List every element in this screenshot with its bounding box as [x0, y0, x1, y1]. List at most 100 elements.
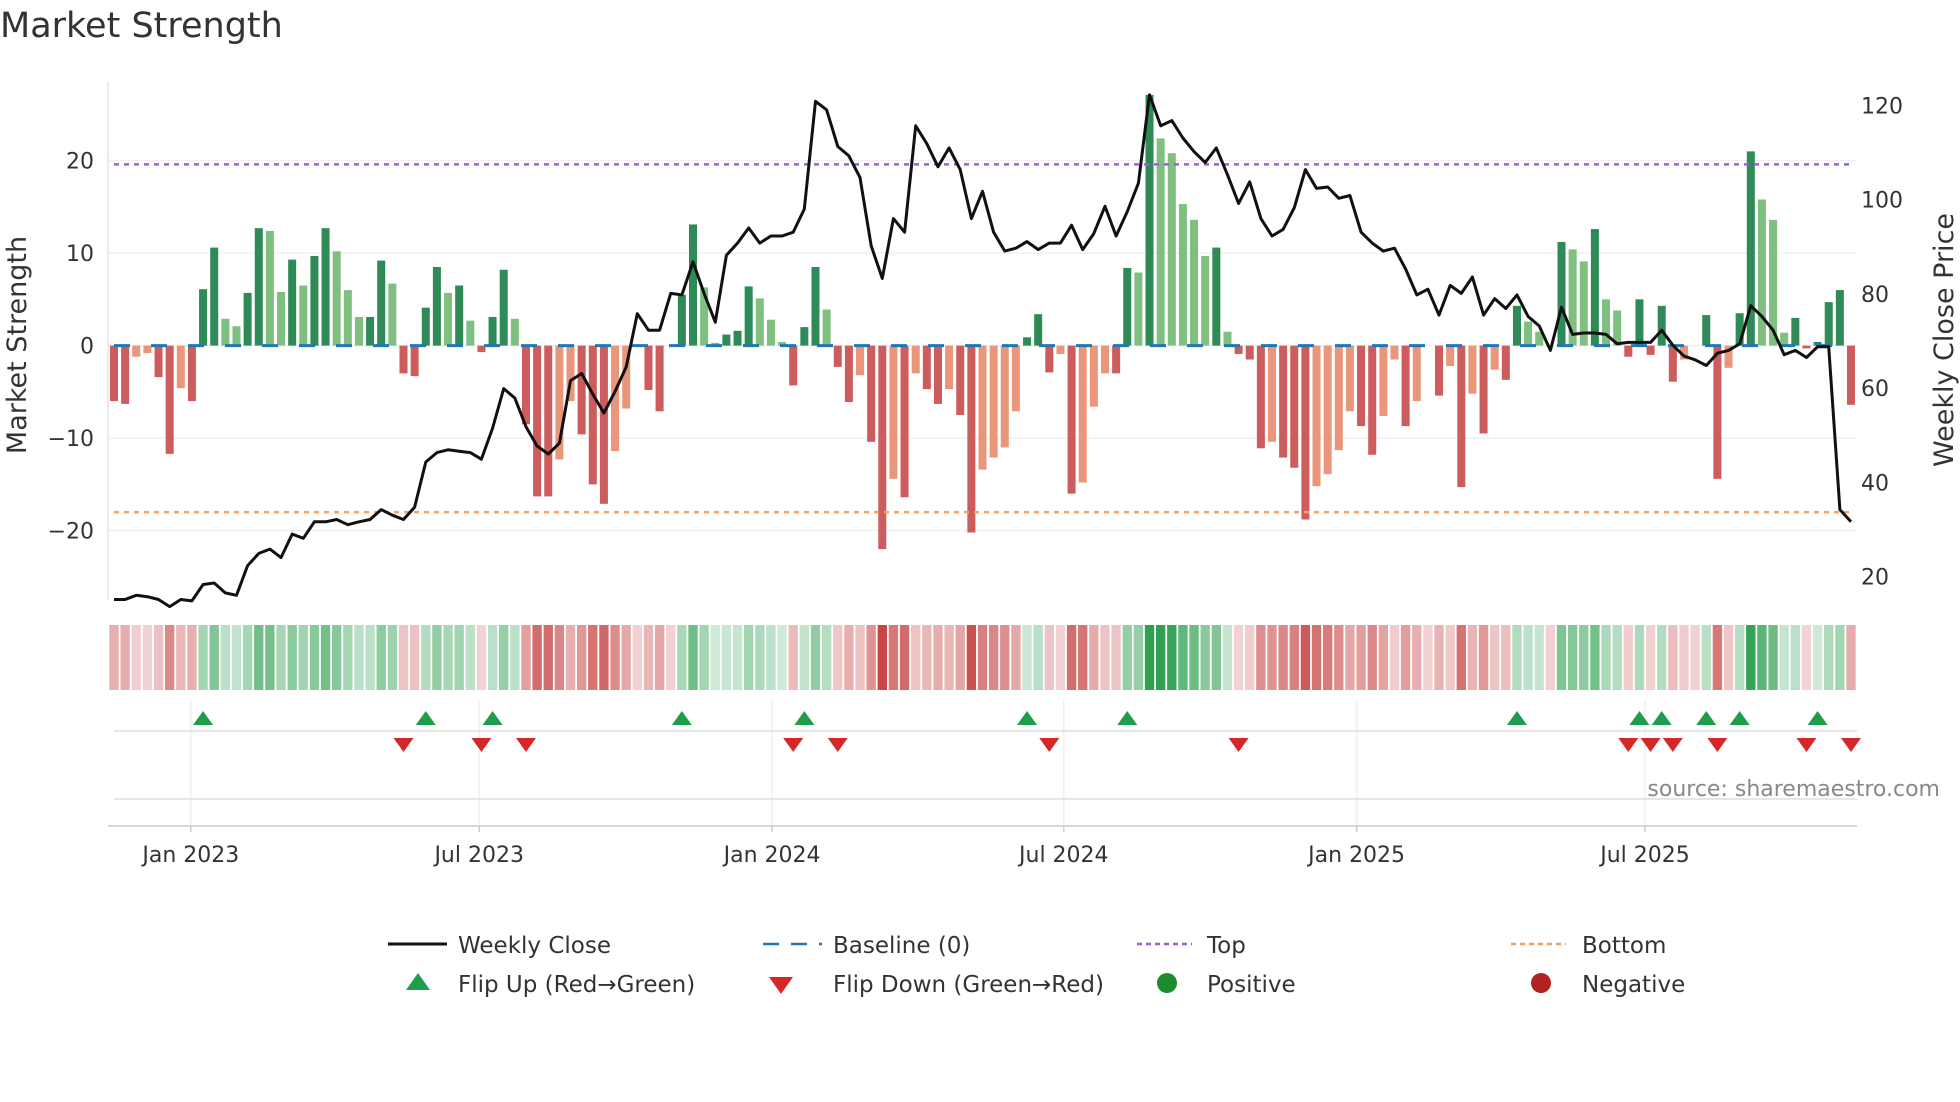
strength-bar	[644, 345, 653, 391]
strength-bar	[199, 289, 208, 346]
heat-cell	[1746, 625, 1756, 690]
heat-cell	[1567, 625, 1578, 690]
strength-bar	[1279, 345, 1288, 458]
heat-cell	[554, 625, 565, 690]
strength-bar	[1590, 229, 1599, 346]
heat-cell	[588, 625, 598, 690]
heat-cell	[1322, 625, 1333, 690]
legend-flip-up: Flip Up (Red→Green)	[458, 972, 695, 998]
strength-bar	[488, 316, 497, 346]
strength-bar	[1312, 345, 1321, 487]
flip-up-marker	[193, 711, 214, 725]
strength-bar	[1457, 345, 1466, 488]
x-tick-label: Jul 2024	[1017, 843, 1109, 868]
strength-bar	[232, 326, 241, 346]
strength-bar	[354, 316, 363, 346]
heat-cell	[844, 625, 854, 690]
legend-positive-icon	[1157, 973, 1177, 993]
strength-bar	[978, 345, 987, 470]
strength-bar	[421, 307, 430, 346]
heat-cell	[1044, 625, 1054, 690]
heat-cell	[1367, 625, 1377, 690]
y2-axis-label: Weekly Close Price	[1929, 213, 1960, 467]
flip-down-marker	[1039, 738, 1060, 752]
strength-bar	[1657, 305, 1666, 346]
heat-cell	[298, 625, 308, 690]
strength-bar	[1000, 345, 1009, 448]
flip-down-marker	[1662, 738, 1683, 752]
flip-up-marker	[671, 711, 692, 725]
heat-cell	[1456, 625, 1466, 690]
strength-bar	[377, 260, 386, 346]
heat-cell	[1178, 625, 1188, 690]
strength-bar	[856, 345, 865, 376]
strength-bar	[1446, 345, 1455, 366]
heat-cell	[532, 625, 542, 690]
heat-cell	[1545, 625, 1556, 690]
y2-tick-label: 40	[1861, 471, 1889, 496]
flip-up-marker	[1506, 711, 1527, 725]
y-tick-label: 0	[80, 335, 94, 360]
heat-cell	[1289, 625, 1299, 690]
strength-bar	[310, 255, 319, 346]
heat-cell	[944, 625, 954, 690]
strength-bar	[922, 345, 931, 390]
y-tick-label: 10	[66, 242, 94, 267]
heat-cell	[666, 625, 676, 690]
heat-cell	[866, 625, 876, 690]
strength-bar	[789, 345, 798, 386]
heat-cell	[109, 625, 119, 690]
heat-cell	[688, 625, 698, 690]
heat-cell	[743, 625, 754, 690]
heat-cell	[1144, 625, 1155, 690]
strength-bar	[455, 285, 464, 346]
heat-cell	[1690, 625, 1700, 690]
strength-bar	[544, 345, 553, 497]
strength-bar	[1524, 321, 1533, 346]
legend-negative: Negative	[1582, 972, 1685, 998]
heat-cell	[1267, 625, 1277, 690]
strength-bar	[933, 345, 942, 404]
heat-cell	[209, 625, 219, 690]
strength-bar	[444, 292, 453, 346]
strength-bar	[1267, 345, 1277, 442]
flip-down-marker	[393, 738, 414, 752]
heat-cell	[1200, 625, 1210, 690]
heat-cell	[265, 625, 275, 690]
strength-bar	[844, 345, 853, 403]
heat-cell	[476, 625, 487, 690]
strength-bar	[1468, 345, 1477, 394]
heat-cell	[398, 625, 409, 690]
strength-bar	[655, 345, 664, 412]
heat-cell	[710, 625, 720, 690]
heat-cell	[1133, 625, 1144, 690]
strength-bar	[989, 345, 998, 458]
heat-cell	[1512, 625, 1522, 690]
strength-bar	[1011, 345, 1020, 412]
x-tick-label: Jan 2024	[722, 843, 821, 868]
strength-bar	[1045, 345, 1054, 373]
x-tick-label: Jul 2025	[1598, 843, 1690, 868]
heat-cell	[1011, 625, 1021, 690]
flip-up-marker	[1117, 711, 1138, 725]
heat-cell	[955, 625, 965, 690]
flip-down-marker	[1796, 738, 1817, 752]
heat-cell	[276, 625, 286, 690]
heat-cell	[1723, 625, 1734, 690]
strength-bar	[1190, 219, 1199, 346]
strength-bar	[1089, 345, 1098, 407]
heat-cell	[922, 625, 932, 690]
legend-bottom: Bottom	[1582, 933, 1666, 959]
x-tick-label: Jul 2023	[432, 843, 524, 868]
strength-bar	[1668, 345, 1677, 382]
strength-bar	[1156, 138, 1165, 346]
flip-up-marker	[1629, 711, 1650, 725]
heat-cell	[187, 625, 197, 690]
heat-cell	[142, 625, 153, 690]
strength-bar	[366, 316, 375, 346]
heat-cell	[1790, 625, 1801, 690]
flip-down-marker	[1841, 738, 1861, 752]
flip-down-marker	[1618, 738, 1639, 752]
strength-bar	[187, 345, 196, 402]
strength-bar	[1479, 345, 1488, 434]
